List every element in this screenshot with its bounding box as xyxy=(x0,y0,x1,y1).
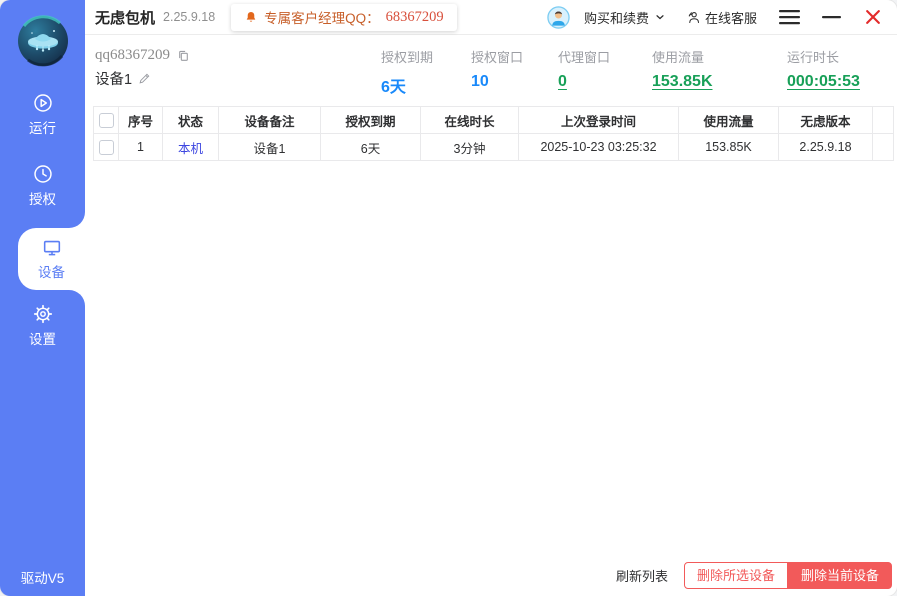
bell-icon xyxy=(244,10,258,25)
sidebar-item-label: 授权 xyxy=(0,188,85,208)
header-checkbox-cell xyxy=(94,107,119,134)
account-username: qq68367209 xyxy=(95,47,170,64)
sidebar-item-label: 设置 xyxy=(0,328,85,348)
qq-notice-label: 专属客户经理QQ： xyxy=(264,7,380,27)
device-name: 设备1 xyxy=(95,68,132,89)
online-support-button[interactable]: 在线客服 xyxy=(686,8,757,27)
menu-button[interactable] xyxy=(779,9,800,25)
clock-icon xyxy=(0,163,85,185)
delete-selected-button[interactable]: 删除所选设备 xyxy=(684,562,788,589)
titlebar: 无虑包机 2.25.9.18 专属客户经理QQ： 68367209 xyxy=(85,0,897,35)
app-version: 2.25.9.18 xyxy=(163,10,215,24)
chevron-down-icon xyxy=(654,11,666,23)
stat-value: 10 xyxy=(471,73,489,91)
play-circle-icon xyxy=(0,92,85,114)
cell-seq: 1 xyxy=(119,134,163,161)
stat-label: 授权到期 xyxy=(381,47,471,66)
col-header-last-login: 上次登录时间 xyxy=(519,107,679,134)
copy-icon[interactable] xyxy=(177,49,190,63)
cell-status: 本机 xyxy=(163,134,219,161)
titlebar-right: 购买和续费 在线客服 xyxy=(547,6,883,29)
stat-label: 运行时长 xyxy=(787,47,887,66)
driver-version-label[interactable]: 驱动V5 xyxy=(0,567,85,587)
delete-button-group: 删除所选设备 删除当前设备 xyxy=(684,562,892,589)
sidebar-item-settings[interactable]: 设置 xyxy=(0,303,85,348)
col-header-note: 设备备注 xyxy=(219,107,321,134)
main-area: 无虑包机 2.25.9.18 专属客户经理QQ： 68367209 xyxy=(85,0,897,596)
stat-label: 授权窗口 xyxy=(471,47,558,66)
app-logo-icon xyxy=(16,14,70,68)
col-header-traffic: 使用流量 xyxy=(679,107,779,134)
app-title: 无虑包机 xyxy=(95,7,155,28)
account-summary: qq68367209 设备1 xyxy=(85,35,897,106)
col-header-version: 无虑版本 xyxy=(779,107,873,134)
edit-pencil-icon[interactable] xyxy=(138,72,151,85)
col-header-seq: 序号 xyxy=(119,107,163,134)
sidebar-item-label: 运行 xyxy=(0,117,85,137)
row-checkbox[interactable] xyxy=(99,140,114,155)
cell-note: 设备1 xyxy=(219,134,321,161)
qq-number: 68367209 xyxy=(386,9,444,26)
stat-value[interactable]: 0 xyxy=(558,73,567,91)
avatar[interactable] xyxy=(547,6,570,29)
sidebar: 运行 授权 设备 xyxy=(0,0,85,596)
gear-icon xyxy=(0,303,85,325)
col-header-expire: 授权到期 xyxy=(321,107,421,134)
cell-last-login: 2025-10-23 03:25:32 xyxy=(519,134,679,161)
col-header-spacer xyxy=(873,107,894,134)
qq-notice[interactable]: 专属客户经理QQ： 68367209 xyxy=(231,4,457,31)
sidebar-item-devices-active[interactable]: 设备 xyxy=(18,228,85,290)
row-checkbox-cell xyxy=(94,134,119,161)
cell-online: 3分钟 xyxy=(421,134,519,161)
buy-renew-button[interactable]: 购买和续费 xyxy=(584,8,666,27)
sidebar-item-label: 设备 xyxy=(18,261,85,281)
stat-value: 6天 xyxy=(381,73,406,97)
col-header-online: 在线时长 xyxy=(421,107,519,134)
stat-license-windows: 授权窗口 10 xyxy=(471,47,558,97)
stat-value[interactable]: 000:05:53 xyxy=(787,73,860,91)
app-window: 运行 授权 设备 xyxy=(0,0,897,596)
close-button[interactable] xyxy=(863,7,883,27)
col-header-status: 状态 xyxy=(163,107,219,134)
active-tab-curve-top xyxy=(69,212,85,228)
buy-renew-label: 购买和续费 xyxy=(584,8,649,27)
cell-version: 2.25.9.18 xyxy=(779,134,873,161)
sidebar-item-auth[interactable]: 授权 xyxy=(0,163,85,208)
cell-expire: 6天 xyxy=(321,134,421,161)
stats-row: 授权到期 6天 授权窗口 10 代理窗口 0 使用流量 153.85K 运行时长 xyxy=(381,47,887,97)
delete-current-button[interactable]: 删除当前设备 xyxy=(788,562,892,589)
stat-proxy-windows: 代理窗口 0 xyxy=(558,47,652,97)
online-support-label: 在线客服 xyxy=(705,8,757,27)
stat-traffic-used: 使用流量 153.85K xyxy=(652,47,787,97)
table-header-row: 序号 状态 设备备注 授权到期 在线时长 上次登录时间 使用流量 无虑版本 xyxy=(94,107,894,134)
device-table: 序号 状态 设备备注 授权到期 在线时长 上次登录时间 使用流量 无虑版本 1 … xyxy=(93,106,894,161)
cell-spacer xyxy=(873,134,894,161)
monitor-icon xyxy=(18,237,85,259)
table-row: 1 本机 设备1 6天 3分钟 2025-10-23 03:25:32 153.… xyxy=(94,134,894,161)
stat-label: 代理窗口 xyxy=(558,47,652,66)
account-info: qq68367209 设备1 xyxy=(95,47,190,89)
refresh-list-button[interactable]: 刷新列表 xyxy=(616,566,668,585)
stat-value[interactable]: 153.85K xyxy=(652,73,713,91)
stat-uptime: 运行时长 000:05:53 xyxy=(787,47,887,97)
sidebar-item-run[interactable]: 运行 xyxy=(0,92,85,137)
select-all-checkbox[interactable] xyxy=(99,113,114,128)
support-agent-icon xyxy=(686,10,701,25)
stat-label: 使用流量 xyxy=(652,47,787,66)
cell-traffic: 153.85K xyxy=(679,134,779,161)
stat-license-expiry: 授权到期 6天 xyxy=(381,47,471,97)
footer-actions: 刷新列表 删除所选设备 删除当前设备 xyxy=(616,562,892,589)
status-link[interactable]: 本机 xyxy=(178,142,203,156)
minimize-button[interactable] xyxy=(822,9,841,25)
